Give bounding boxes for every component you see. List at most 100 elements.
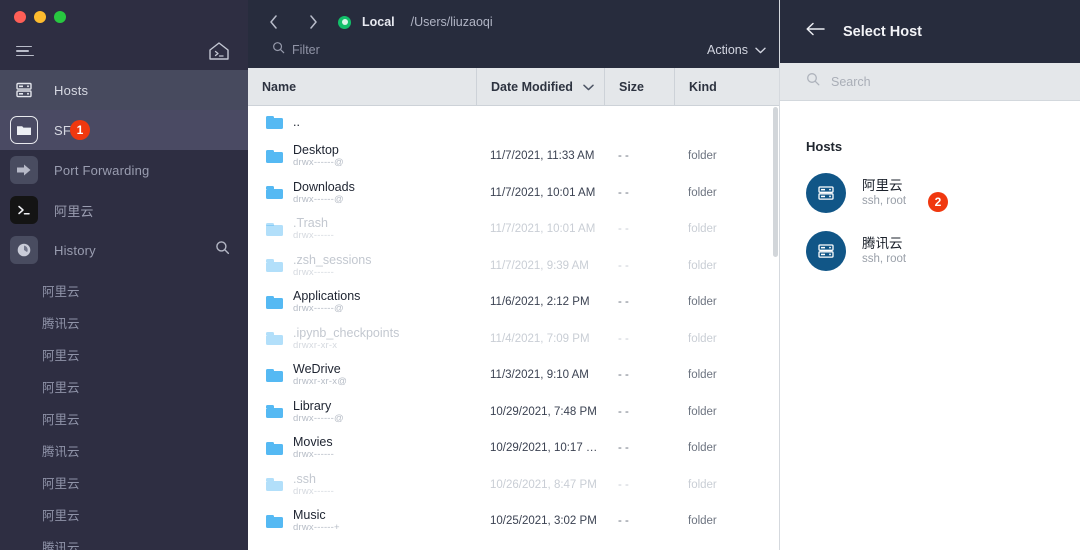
column-header-date-modified[interactable]: Date Modified xyxy=(476,68,604,105)
file-kind: folder xyxy=(688,405,717,418)
arrow-left-icon[interactable] xyxy=(806,22,825,41)
column-header-name[interactable]: Name xyxy=(248,68,476,105)
list-item[interactable]: 腾讯云 xyxy=(0,434,248,466)
column-header-kind[interactable]: Kind xyxy=(674,68,780,105)
file-size: - - xyxy=(618,186,629,199)
search-icon[interactable] xyxy=(215,240,230,260)
host-search-input[interactable]: Search xyxy=(780,63,1080,101)
sidebar-item-hosts[interactable]: Hosts xyxy=(0,70,248,110)
file-name: .ipynb_checkpoints xyxy=(293,325,400,340)
home-terminal-icon[interactable] xyxy=(208,41,230,61)
table-row[interactable]: .Trash drwx------ 11/7/2021, 10:01 AM - - fo… xyxy=(248,211,780,248)
sidebar-item-port-forwarding[interactable]: Port Forwarding xyxy=(0,150,248,190)
sidebar-item-label: Port Forwarding xyxy=(54,162,150,178)
file-size: - - xyxy=(618,223,629,236)
host-subtitle: ssh, root xyxy=(862,253,907,265)
folder-icon xyxy=(266,332,283,346)
host-search-placeholder: Search xyxy=(831,74,871,89)
file-name: WeDrive xyxy=(293,362,341,377)
file-name: .Trash xyxy=(293,216,328,231)
sidebar-toolbar xyxy=(0,34,248,68)
list-item[interactable]: 腾讯云 xyxy=(0,530,248,550)
file-permissions: drwx------ xyxy=(293,230,335,242)
list-item[interactable]: 阿里云 xyxy=(0,498,248,530)
host-list-item[interactable]: 阿里云 ssh, root 2 xyxy=(806,170,1080,216)
maximize-window-button[interactable] xyxy=(54,11,66,23)
host-subtitle: ssh, root xyxy=(862,195,907,207)
app-window: Hosts SFTP 1 Port Forwarding xyxy=(0,0,1080,550)
file-kind: folder xyxy=(688,478,717,491)
list-item[interactable]: 阿里云 xyxy=(0,466,248,498)
list-item[interactable]: 阿里云 xyxy=(0,338,248,370)
table-row[interactable]: Library drwx------@ 10/29/2021, 7:48 PM - -… xyxy=(248,394,780,431)
history-list: 阿里云 腾讯云 阿里云 阿里云 阿里云 腾讯云 阿里云 阿里云 腾讯云 xyxy=(0,270,248,550)
sidebar-item-sftp[interactable]: SFTP 1 xyxy=(0,110,248,150)
file-list-scrollbar[interactable] xyxy=(773,107,778,257)
file-permissions: drwx------@ xyxy=(293,193,344,205)
list-item[interactable]: 阿里云 xyxy=(0,274,248,306)
table-row[interactable]: Desktop drwx------@ 11/7/2021, 11:33 AM - -… xyxy=(248,138,780,175)
list-item[interactable]: 腾讯云 xyxy=(0,306,248,338)
sidebar-item-aliyun-terminal[interactable]: 阿里云 xyxy=(0,190,248,230)
file-size: - - xyxy=(618,150,629,163)
file-list: .. Desktop drwx------@ 11/7/2021, 11:33 AM -… xyxy=(248,106,780,550)
sidebar-item-history[interactable]: History xyxy=(0,230,248,270)
file-name: .. xyxy=(293,115,300,129)
file-permissions: drwx------+ xyxy=(293,522,340,534)
column-header-label: Name xyxy=(262,79,297,94)
file-name: Desktop xyxy=(293,143,339,158)
file-date-modified: 11/7/2021, 11:33 AM xyxy=(490,150,595,163)
filter-row: Filter Actions xyxy=(262,38,766,62)
minimize-window-button[interactable] xyxy=(34,11,46,23)
table-row[interactable]: .zsh_sessions drwx------ 11/7/2021, 9:39 A… xyxy=(248,248,780,285)
table-row[interactable]: Downloads drwx------@ 11/7/2021, 10:01 AM -… xyxy=(248,175,780,212)
table-row[interactable]: Music drwx------+ 10/25/2021, 3:02 PM - - fo… xyxy=(248,503,780,540)
list-item[interactable]: 阿里云 xyxy=(0,402,248,434)
file-date-modified: 10/26/2021, 8:47 PM xyxy=(490,478,597,491)
table-row[interactable]: .ipynb_checkpoints drwxr-xr-x 11/4/2021, 7… xyxy=(248,321,780,358)
file-permissions: drwx------ xyxy=(293,449,335,461)
host-list-container: Hosts 阿里云 ssh, root 2 腾讯云 ssh, root xyxy=(780,101,1080,274)
file-name-cell: .zsh_sessions drwx------ xyxy=(248,253,476,279)
chevron-right-icon[interactable] xyxy=(302,11,324,33)
file-date-modified: 11/7/2021, 9:39 AM xyxy=(490,259,589,272)
host-info: 腾讯云 ssh, root xyxy=(862,235,906,267)
folder-icon xyxy=(266,186,283,200)
table-row[interactable]: Applications drwx------@ 11/6/2021, 2:12 P… xyxy=(248,284,780,321)
server-rack-icon xyxy=(10,76,38,104)
sidebar: Hosts SFTP 1 Port Forwarding xyxy=(0,0,248,550)
file-name: Library xyxy=(293,398,332,413)
folder-icon xyxy=(266,368,283,382)
server-icon xyxy=(806,231,846,271)
close-window-button[interactable] xyxy=(14,11,26,23)
table-row[interactable]: Movies drwx------ 10/29/2021, 10:17 … - - fo… xyxy=(248,430,780,467)
table-row[interactable]: .ssh drwx------ 10/26/2021, 8:47 PM - - fold… xyxy=(248,467,780,504)
file-date-modified: 10/29/2021, 10:17 … xyxy=(490,442,598,455)
folder-icon xyxy=(10,116,38,144)
sidebar-item-label: 阿里云 xyxy=(54,203,94,219)
actions-menu-button[interactable]: Actions xyxy=(707,43,766,57)
file-list-header: Name Date Modified Size Kind xyxy=(248,68,780,106)
file-name-cell: Desktop drwx------@ xyxy=(248,143,476,169)
list-item[interactable]: 阿里云 xyxy=(0,370,248,402)
folder-icon xyxy=(266,295,283,309)
folder-icon xyxy=(266,514,283,528)
file-kind: folder xyxy=(688,259,717,272)
table-row[interactable]: .. xyxy=(248,106,780,138)
chevron-left-icon[interactable] xyxy=(262,11,284,33)
file-name: Movies xyxy=(293,435,333,450)
host-list-item[interactable]: 腾讯云 ssh, root xyxy=(806,228,1080,274)
select-host-panel: Select Host Search Hosts 阿里云 ssh, root 2… xyxy=(780,0,1080,550)
hamburger-icon[interactable] xyxy=(16,45,34,57)
file-browser-toolbar: Local /Users/liuzaoqi Filter Actions xyxy=(248,0,780,68)
file-permissions: drwxr-xr-x xyxy=(293,339,338,351)
folder-icon xyxy=(266,405,283,419)
file-name-cell: Library drwx------@ xyxy=(248,399,476,425)
file-kind: folder xyxy=(688,442,717,455)
table-row[interactable]: WeDrive drwxr-xr-x@ 11/3/2021, 9:10 AM - - f… xyxy=(248,357,780,394)
filter-input[interactable]: Filter xyxy=(262,41,320,59)
column-header-size[interactable]: Size xyxy=(604,68,674,105)
select-host-header: Select Host xyxy=(780,0,1080,63)
host-info: 阿里云 ssh, root xyxy=(862,177,906,209)
chevron-down-icon xyxy=(755,43,766,57)
